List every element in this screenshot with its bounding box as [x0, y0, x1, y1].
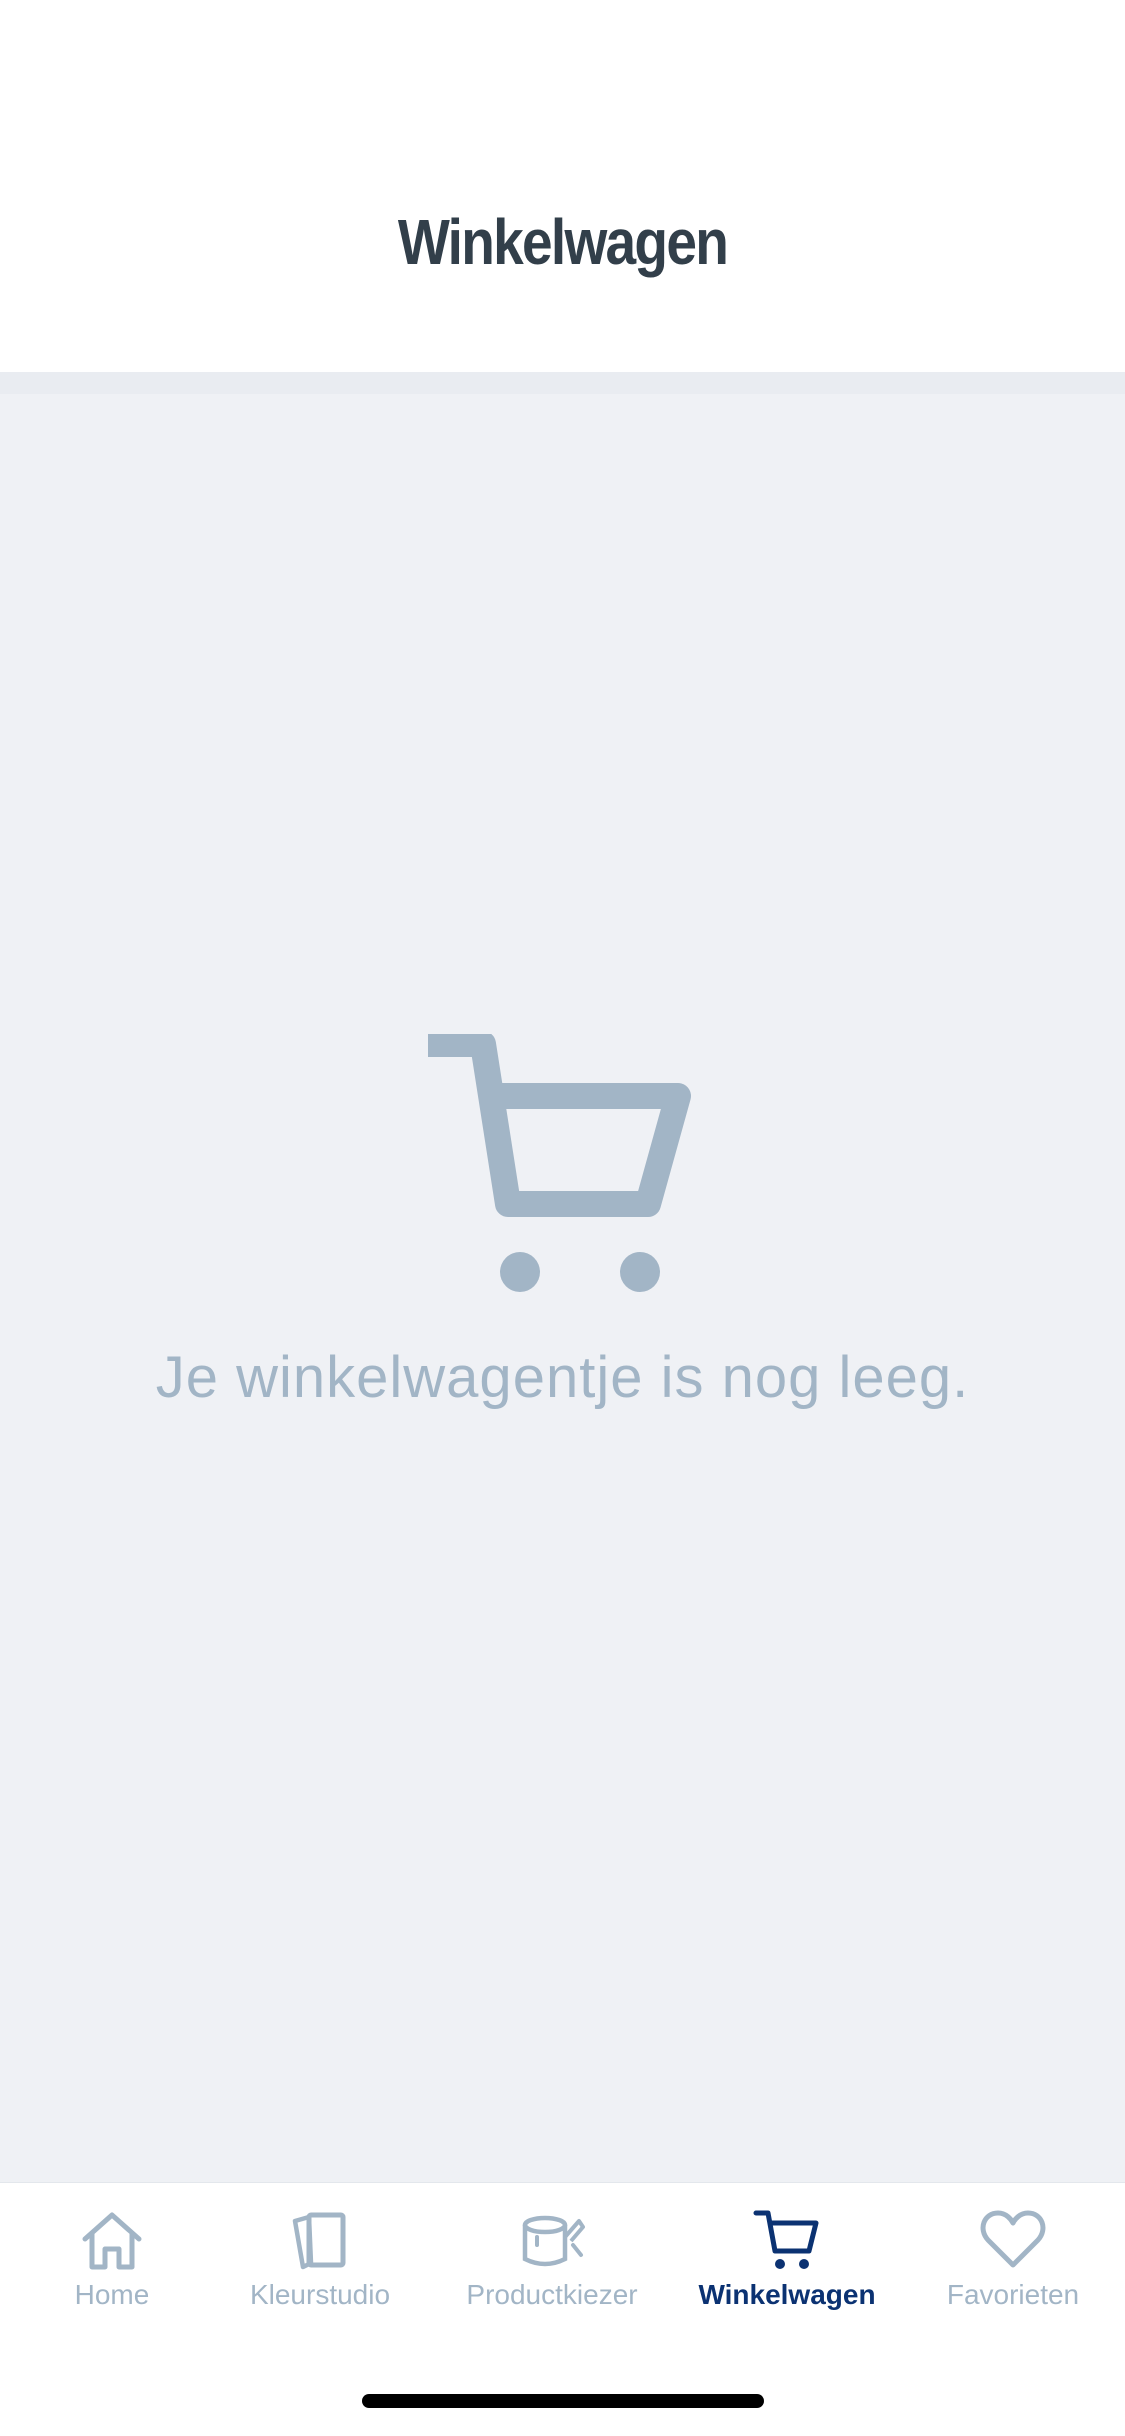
home-indicator[interactable]: [362, 2394, 764, 2408]
tab-favorieten-label: Favorieten: [946, 2279, 1080, 2310]
header-bar: Winkelwagen: [0, 0, 1125, 372]
cart-icon: [427, 1034, 691, 1292]
tab-productkiezer-label: Productkiezer: [466, 2279, 638, 2310]
tab-home[interactable]: Home: [52, 2207, 172, 2327]
cart-icon: [753, 2210, 819, 2269]
heart-icon: [980, 2210, 1046, 2268]
tab-favorieten[interactable]: Favorieten: [938, 2207, 1088, 2327]
page-title: Winkelwagen: [397, 206, 729, 278]
empty-cart-state: Je winkelwagentje is nog leeg.: [0, 1034, 1125, 1411]
tab-winkelwagen[interactable]: Winkelwagen: [696, 2207, 878, 2327]
cart-content-area: Je winkelwagentje is nog leeg.: [0, 372, 1125, 2182]
tab-productkiezer[interactable]: Productkiezer: [452, 2207, 652, 2327]
home-icon: [82, 2212, 142, 2270]
paint-bucket-icon: [522, 2215, 585, 2267]
tab-kleurstudio[interactable]: Kleurstudio: [240, 2207, 400, 2327]
color-cards-icon: [292, 2212, 346, 2270]
tab-kleurstudio-label: Kleurstudio: [249, 2279, 391, 2310]
tab-home-label: Home: [74, 2279, 150, 2310]
empty-cart-message: Je winkelwagentje is nog leeg.: [155, 1345, 970, 1410]
tab-winkelwagen-label: Winkelwagen: [698, 2279, 876, 2310]
